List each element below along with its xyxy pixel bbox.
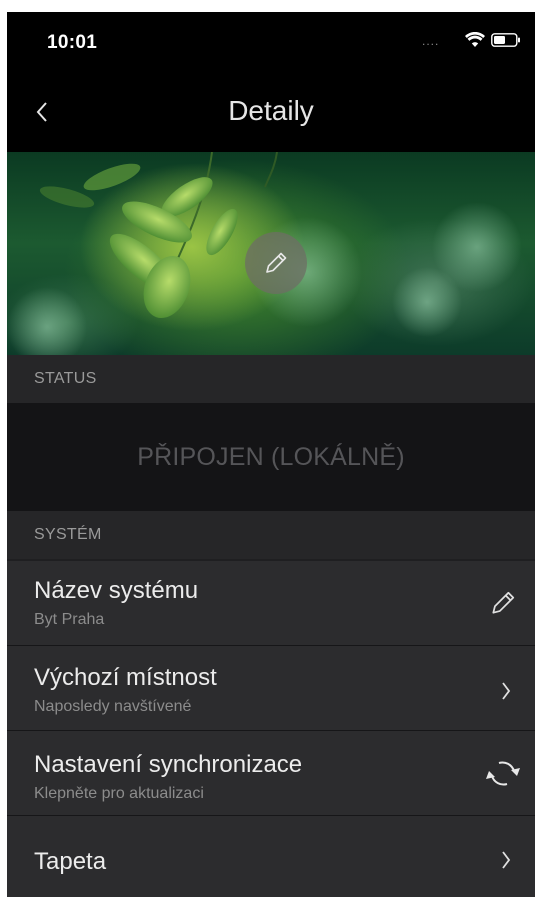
battery-icon xyxy=(491,33,520,47)
chevron-right-icon xyxy=(502,682,511,700)
system-section-header: SYSTÉM xyxy=(7,511,535,559)
sync-icon[interactable] xyxy=(481,753,525,795)
default-room-row[interactable]: Výchozí místnost Naposledy navštívené xyxy=(7,646,535,731)
status-section-header: STATUS xyxy=(7,355,535,403)
wifi-icon xyxy=(465,32,485,47)
row-subtitle: Klepněte pro aktualizaci xyxy=(34,785,204,802)
sync-settings-row[interactable]: Nastavení synchronizace Klepněte pro akt… xyxy=(7,731,535,816)
pencil-icon xyxy=(266,252,287,273)
connection-status-value: PŘIPOJEN (LOKÁLNĚ) xyxy=(137,443,405,471)
app-screen: 10:01 .... Detaily STATUS PŘIPOJEN (LOKÁ… xyxy=(7,12,535,897)
system-wallpaper-image xyxy=(7,152,535,355)
system-header-label: SYSTÉM xyxy=(34,526,102,543)
page-title: Detaily xyxy=(228,95,314,126)
row-title: Název systému xyxy=(34,577,199,604)
row-subtitle: Byt Praha xyxy=(34,611,105,628)
status-bar: 10:01 .... xyxy=(7,12,535,70)
row-title: Nastavení synchronizace xyxy=(34,751,303,778)
signal-strength: .... xyxy=(422,34,440,48)
system-name-row[interactable]: Název systému Byt Praha xyxy=(7,561,535,646)
edit-wallpaper-button[interactable] xyxy=(245,232,307,294)
row-title: Výchozí místnost xyxy=(34,664,217,691)
wallpaper-row[interactable]: Tapeta xyxy=(7,816,535,897)
pencil-icon[interactable] xyxy=(489,589,517,617)
row-title: Tapeta xyxy=(34,848,107,875)
row-subtitle: Naposledy navštívené xyxy=(34,698,192,715)
chevron-right-icon xyxy=(502,851,511,869)
status-time: 10:01 xyxy=(47,32,98,53)
status-header-label: STATUS xyxy=(34,370,97,387)
navigation-bar: Detaily xyxy=(7,70,535,152)
connection-status: PŘIPOJEN (LOKÁLNĚ) xyxy=(7,403,535,511)
